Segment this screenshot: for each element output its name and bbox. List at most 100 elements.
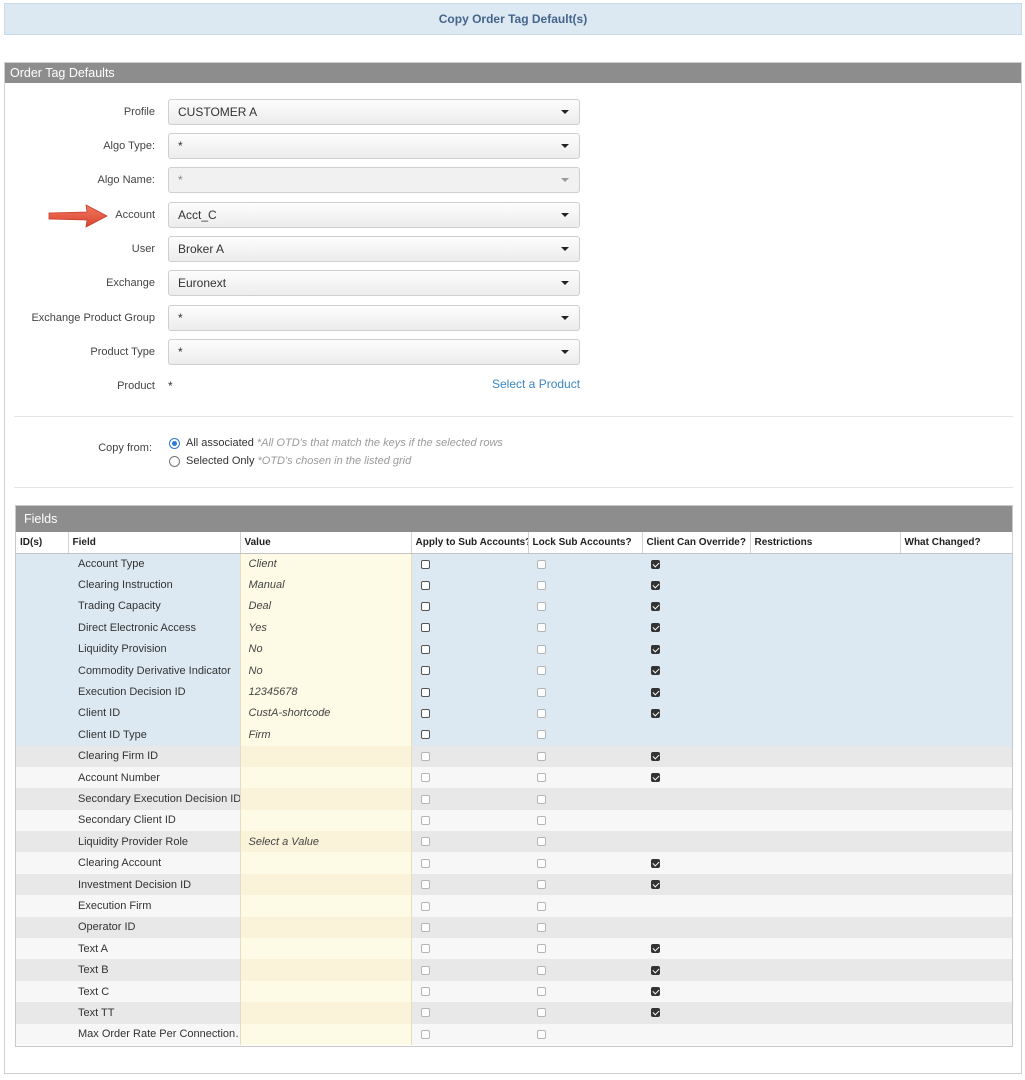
radio-selected-only[interactable]: [169, 455, 180, 467]
column-header-lock[interactable]: Lock Sub Accounts?: [528, 532, 643, 554]
value-cell[interactable]: [239, 1002, 412, 1024]
table-row[interactable]: Client ID Type Firm: [16, 724, 1012, 746]
value-cell[interactable]: [239, 938, 412, 960]
client-override-checkbox[interactable]: [651, 602, 660, 612]
lock-cell: [528, 745, 642, 767]
table-row[interactable]: Liquidity Provider Role Select a Value: [16, 831, 1012, 853]
apply-sub-accounts-checkbox[interactable]: [420, 687, 430, 697]
exchange-product-group-select[interactable]: *: [168, 305, 580, 331]
value-cell[interactable]: No: [239, 659, 412, 682]
table-row[interactable]: Account Number: [16, 766, 1012, 789]
client-override-checkbox[interactable]: [651, 880, 660, 890]
apply-sub-accounts-checkbox[interactable]: [420, 644, 430, 654]
column-header-what-changed[interactable]: What Changed?: [900, 532, 1013, 554]
table-row[interactable]: Text B: [16, 959, 1012, 981]
table-row[interactable]: Commodity Derivative Indicator No: [16, 659, 1012, 682]
select-product-link[interactable]: Select a Product: [492, 371, 580, 397]
client-override-checkbox[interactable]: [651, 987, 660, 997]
table-row[interactable]: Operator ID: [16, 916, 1012, 939]
client-override-checkbox[interactable]: [651, 644, 660, 654]
value-cell[interactable]: Yes: [239, 617, 412, 639]
user-select[interactable]: Broker A: [168, 236, 580, 262]
apply-sub-accounts-checkbox[interactable]: [420, 730, 430, 740]
client-override-checkbox[interactable]: [651, 580, 660, 590]
value-cell[interactable]: 12345678: [239, 681, 412, 703]
value-cell[interactable]: Deal: [239, 595, 412, 618]
value-cell[interactable]: [239, 959, 412, 981]
apply-sub-accounts-checkbox[interactable]: [420, 623, 430, 633]
value-cell[interactable]: Select a Value: [239, 831, 412, 853]
client-override-checkbox[interactable]: [651, 773, 660, 783]
table-row[interactable]: Client ID CustA-shortcode: [16, 702, 1012, 725]
table-row[interactable]: Text TT: [16, 1002, 1012, 1024]
apply-sub-accounts-checkbox[interactable]: [420, 666, 430, 676]
table-row[interactable]: Liquidity Provision No: [16, 638, 1012, 660]
column-header-override[interactable]: Client Can Override?: [642, 532, 751, 554]
client-override-checkbox[interactable]: [651, 858, 660, 868]
value-cell[interactable]: [239, 873, 412, 896]
value-cell[interactable]: Client: [239, 553, 412, 575]
profile-select[interactable]: CUSTOMER A: [168, 99, 580, 125]
ids-cell: [16, 916, 68, 939]
client-override-checkbox[interactable]: [651, 623, 660, 633]
column-header-value[interactable]: Value: [240, 532, 412, 554]
table-row[interactable]: Execution Decision ID 12345678: [16, 681, 1012, 703]
value-cell[interactable]: [239, 809, 412, 832]
column-header-apply[interactable]: Apply to Sub Accounts?: [411, 532, 529, 554]
table-row[interactable]: Clearing Instruction Manual: [16, 574, 1012, 596]
table-row[interactable]: Account Type Client: [16, 553, 1012, 575]
table-row[interactable]: Secondary Execution Decision ID: [16, 788, 1012, 810]
client-override-checkbox[interactable]: [651, 666, 660, 676]
client-override-checkbox[interactable]: [651, 751, 660, 761]
value-cell[interactable]: [239, 852, 412, 874]
exchange-select[interactable]: Euronext: [168, 270, 580, 296]
client-override-checkbox[interactable]: [651, 1008, 660, 1018]
field-cell: Text A: [68, 938, 240, 960]
table-row[interactable]: Max Order Rate Per Connection…: [16, 1023, 1012, 1045]
value-cell[interactable]: Manual: [239, 574, 412, 596]
algo-type-select[interactable]: *: [168, 133, 580, 159]
client-override-checkbox[interactable]: [651, 559, 660, 569]
value-cell[interactable]: [239, 916, 412, 939]
column-header-restrictions[interactable]: Restrictions: [750, 532, 901, 554]
value-cell[interactable]: [239, 788, 412, 810]
apply-sub-accounts-checkbox: [420, 987, 430, 997]
client-override-checkbox[interactable]: [651, 687, 660, 697]
value-cell[interactable]: [239, 895, 412, 917]
lock-sub-accounts-checkbox: [537, 922, 546, 932]
table-row[interactable]: Clearing Firm ID: [16, 745, 1012, 767]
table-row[interactable]: Direct Electronic Access Yes: [16, 617, 1012, 639]
lock-cell: [528, 873, 642, 896]
value-cell[interactable]: CustA-shortcode: [239, 702, 412, 725]
account-select[interactable]: Acct_C: [168, 202, 580, 228]
table-row[interactable]: Secondary Client ID: [16, 809, 1012, 832]
value-cell[interactable]: Firm: [239, 724, 412, 746]
algo-name-select[interactable]: *: [168, 167, 580, 193]
radio-all-associated[interactable]: [169, 437, 180, 449]
apply-sub-accounts-checkbox[interactable]: [420, 580, 430, 590]
column-header-ids[interactable]: ID(s): [16, 532, 69, 554]
table-row[interactable]: Execution Firm: [16, 895, 1012, 917]
copy-option-all[interactable]: All associated *All OTD's that match the…: [169, 437, 503, 449]
apply-sub-accounts-checkbox[interactable]: [420, 559, 430, 569]
value-cell[interactable]: No: [239, 638, 412, 660]
table-row[interactable]: Investment Decision ID: [16, 873, 1012, 896]
value-cell[interactable]: [239, 766, 412, 789]
table-row[interactable]: Text A: [16, 938, 1012, 960]
value-cell[interactable]: [239, 1023, 412, 1045]
value-cell[interactable]: [239, 980, 412, 1003]
client-override-checkbox[interactable]: [651, 965, 660, 975]
table-row[interactable]: Text C: [16, 980, 1012, 1003]
client-override-checkbox[interactable]: [651, 944, 660, 954]
apply-sub-accounts-checkbox[interactable]: [420, 709, 430, 719]
column-header-field[interactable]: Field: [68, 532, 241, 554]
product-type-select[interactable]: *: [168, 339, 580, 365]
ids-cell: [16, 724, 68, 746]
client-override-checkbox[interactable]: [651, 709, 660, 719]
lock-cell: [528, 681, 642, 703]
value-cell[interactable]: [239, 745, 412, 767]
copy-option-selected[interactable]: Selected Only *OTD's chosen in the liste…: [169, 455, 411, 467]
table-row[interactable]: Trading Capacity Deal: [16, 595, 1012, 618]
apply-sub-accounts-checkbox[interactable]: [420, 602, 430, 612]
table-row[interactable]: Clearing Account: [16, 852, 1012, 874]
